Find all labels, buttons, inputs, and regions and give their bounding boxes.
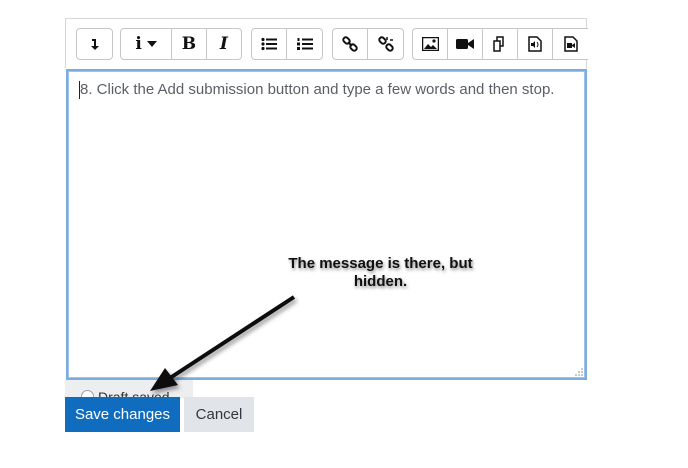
editor-content-area[interactable]: 8. Click the Add submission button and t… bbox=[66, 69, 587, 380]
draft-status: Draft saved bbox=[65, 380, 193, 398]
callout-line-2: hidden. bbox=[353, 273, 408, 290]
save-changes-button[interactable]: Save changes bbox=[65, 397, 180, 432]
unordered-list-icon bbox=[261, 37, 277, 51]
cancel-button[interactable]: Cancel bbox=[184, 397, 254, 432]
italic-button[interactable]: I bbox=[207, 29, 241, 59]
bold-icon: B bbox=[181, 33, 197, 54]
callout-line-1: The message is there, but bbox=[288, 255, 473, 272]
toolbar-group-lists bbox=[251, 28, 323, 60]
manage-files-button[interactable] bbox=[483, 29, 518, 59]
image-icon bbox=[421, 37, 439, 51]
video-icon bbox=[456, 38, 474, 50]
toolbar-group-collapse bbox=[76, 28, 113, 60]
image-button[interactable] bbox=[413, 29, 448, 59]
editor-toolbar: i B I bbox=[65, 18, 588, 68]
toolbar-group-media bbox=[412, 28, 588, 60]
record-video-icon bbox=[563, 36, 578, 52]
editor-text: 8. Click the Add submission button and t… bbox=[80, 81, 555, 98]
collapse-toggle-button[interactable] bbox=[77, 29, 112, 59]
bold-button[interactable]: B bbox=[172, 29, 207, 59]
paragraph-styles-icon: i bbox=[135, 33, 142, 54]
resize-handle-icon[interactable] bbox=[575, 368, 583, 376]
editor-focus-ring bbox=[68, 71, 585, 378]
record-video-button[interactable] bbox=[553, 29, 588, 59]
unlink-icon bbox=[377, 36, 394, 52]
toolbar-group-links bbox=[332, 28, 404, 60]
link-icon bbox=[342, 36, 358, 52]
video-button[interactable] bbox=[448, 29, 483, 59]
paragraph-styles-button[interactable]: i bbox=[121, 29, 173, 59]
unordered-list-button[interactable] bbox=[252, 29, 287, 59]
manage-files-icon bbox=[492, 36, 508, 52]
toolbar-group-format: i B I bbox=[120, 28, 242, 60]
italic-icon: I bbox=[219, 33, 228, 54]
record-audio-button[interactable] bbox=[518, 29, 553, 59]
collapse-toggle-icon bbox=[88, 37, 102, 51]
ordered-list-icon bbox=[296, 37, 313, 51]
link-button[interactable] bbox=[333, 29, 368, 59]
record-audio-icon bbox=[528, 36, 542, 52]
callout-text: The message is there, but hidden. bbox=[268, 255, 493, 291]
ordered-list-button[interactable] bbox=[287, 29, 322, 59]
chevron-down-icon bbox=[146, 41, 157, 47]
unlink-button[interactable] bbox=[368, 29, 403, 59]
